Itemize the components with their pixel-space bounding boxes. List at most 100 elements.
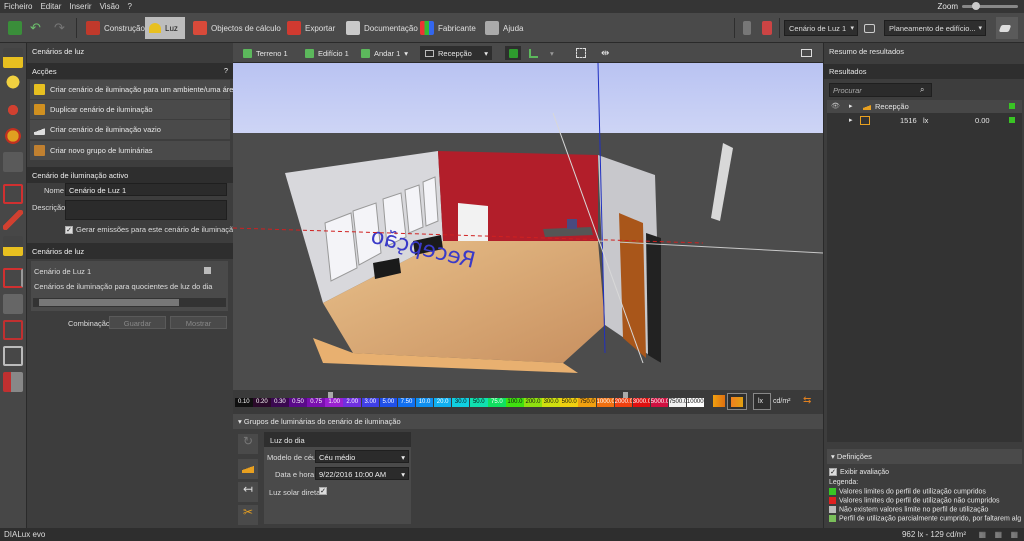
menu-help[interactable]: ? (123, 2, 135, 11)
tab-construction[interactable]: Construção (82, 17, 149, 39)
tab-export[interactable]: Exportar (283, 17, 339, 39)
scrollbar-thumb[interactable] (39, 299, 179, 306)
refresh-icon[interactable]: ↻ (238, 434, 258, 454)
unit-lx-button[interactable]: lx (753, 393, 771, 410)
menu-insert[interactable]: Inserir (65, 2, 95, 11)
magnet-icon[interactable] (3, 100, 23, 120)
tree-row-value[interactable]: ▸ 1516 lx 0.00 (827, 114, 1022, 127)
menu-view[interactable]: Visão (96, 2, 124, 11)
sky-model-select[interactable]: Céu médio ▾ (315, 450, 409, 463)
menu-edit[interactable]: Editar (36, 2, 65, 11)
falsecolor-icon[interactable] (713, 395, 725, 407)
expand-icon[interactable]: ▸ (849, 102, 853, 110)
measure-button[interactable]: ⇹ (601, 46, 609, 60)
emit-checkbox[interactable]: ✓ (65, 226, 73, 235)
tree-icon[interactable] (3, 372, 23, 392)
arrow-left-icon[interactable]: ↤ (238, 482, 258, 502)
3d-view-button[interactable] (505, 46, 521, 60)
zoom-slider[interactable] (962, 2, 1018, 10)
list-item-checkbox[interactable] (204, 267, 211, 274)
scale-min-handle[interactable] (328, 392, 333, 398)
list-scrollbar[interactable] (33, 298, 226, 307)
scene-prev-button[interactable] (739, 17, 759, 39)
tab-manufacturer[interactable]: Fabricante (416, 17, 480, 39)
orthogonal-toggle-icon[interactable]: ▦ (1010, 530, 1018, 539)
expand-icon[interactable]: ▸ (849, 116, 853, 124)
emit-option[interactable]: ✓ Gerar emissões para este cenário de ilu… (65, 225, 237, 235)
tab-help[interactable]: Ajuda (481, 17, 527, 39)
save-combination-button[interactable]: Guardar (109, 316, 166, 329)
show-evaluation-checkbox[interactable]: ✓ (829, 468, 837, 476)
tab-light[interactable]: Luz (145, 17, 185, 39)
door (619, 213, 646, 358)
terrain-breadcrumb[interactable]: Terreno 1 (243, 46, 288, 60)
bulb-icon[interactable] (3, 74, 23, 94)
light-levels-icon[interactable] (3, 152, 23, 172)
show-evaluation-option[interactable]: ✓ Exibir avaliação (829, 468, 889, 476)
zoom-slider-handle[interactable] (972, 2, 980, 10)
date-time-field[interactable]: 9/22/2016 10:00 AM ▾ (315, 467, 409, 480)
unit-cd-label[interactable]: cd/m² (773, 398, 791, 405)
frame-icon[interactable] (3, 346, 23, 366)
scene-name-field[interactable]: Cenário de Luz 1 (65, 183, 227, 196)
action-empty-scene[interactable]: Criar cenário de iluminação vazio (30, 120, 230, 139)
lamp-group-icon[interactable] (238, 459, 258, 479)
delete-scene-button[interactable] (758, 17, 780, 39)
grid-toggle-icon[interactable]: ▦ (978, 530, 986, 539)
list-item[interactable]: Cenários de iluminação para quocientes d… (34, 282, 212, 291)
status-indicator (1009, 117, 1015, 123)
room-icon[interactable] (3, 184, 23, 204)
action-create-room-scene[interactable]: Criar cenário de iluminação para um ambi… (30, 80, 238, 99)
floorplan-button[interactable] (529, 46, 538, 60)
luminaire-group-icon[interactable] (3, 236, 23, 256)
building-breadcrumb[interactable]: Edifício 1 (305, 46, 349, 60)
tab-documentation[interactable]: Documentação (342, 17, 422, 39)
scene-select[interactable]: Cenário de Luz 1 ▾ (784, 20, 858, 36)
monitor-button[interactable] (860, 17, 883, 39)
lamp-icon[interactable] (3, 48, 23, 68)
direct-sun-checkbox[interactable]: ✓ (319, 487, 327, 495)
isolines-button[interactable] (727, 393, 747, 410)
calc-surface-icon[interactable] (3, 268, 23, 288)
scissors-icon[interactable]: ✂ (238, 505, 258, 525)
tab-calc-objects[interactable]: Objectos de cálculo (189, 17, 285, 39)
results-search-input[interactable]: Procurar (829, 83, 932, 97)
swap-icon[interactable]: ⇆ (803, 395, 811, 406)
fit-view-icon (576, 48, 586, 58)
scale-cell: 200.0 (524, 398, 542, 407)
viewport-monitor-button[interactable] (801, 46, 812, 60)
show-combination-button[interactable]: Mostrar (170, 316, 227, 329)
snap-toggle-icon[interactable]: ▦ (994, 530, 1002, 539)
scene-description-field[interactable] (65, 200, 227, 220)
action-new-luminaire-group[interactable]: Criar novo grupo de luminárias (30, 141, 230, 160)
curve-icon[interactable] (3, 294, 23, 314)
redo-button[interactable]: ↷ (50, 17, 69, 39)
plan-view-icon (998, 24, 1012, 32)
undo-button[interactable]: ↶ (26, 17, 45, 39)
menu-file[interactable]: Ficheiro (0, 2, 36, 11)
definitions-header[interactable]: ▾ Definições (827, 449, 1022, 464)
eye-icon[interactable]: 👁 (831, 102, 840, 110)
tree-row-room[interactable]: 👁 ▸ Recepção (827, 100, 1022, 113)
3d-viewport[interactable]: Recepção (233, 63, 823, 390)
view-mode-button[interactable] (996, 17, 1018, 39)
measure-icon: ⇹ (601, 47, 610, 59)
action-duplicate-scene[interactable]: Duplicar cenário de iluminação (30, 100, 230, 119)
more-views-button[interactable]: ▾ (550, 46, 554, 60)
wrench-icon[interactable] (3, 210, 23, 230)
mode-select[interactable]: Planeamento de edifício... ▾ (884, 20, 986, 36)
zoom-label: Zoom (937, 2, 958, 11)
luminaire-groups-header[interactable]: ▾ Grupos de luminárias do cenário de ilu… (233, 414, 823, 429)
search-icon[interactable]: ⌕ (920, 85, 924, 95)
fit-view-button[interactable] (576, 46, 586, 60)
list-item[interactable]: Cenário de Luz 1 (34, 267, 91, 276)
grid-icon[interactable] (3, 320, 23, 340)
floor-breadcrumb[interactable]: Andar 1 ▾ (361, 46, 408, 60)
description-label: Descrição (32, 203, 66, 212)
room-select[interactable]: Recepção ▾ (420, 46, 492, 60)
scale-max-handle[interactable] (623, 392, 628, 398)
color-icon[interactable] (3, 126, 23, 146)
daylight-title[interactable]: Luz do dia (264, 432, 411, 447)
help-icon[interactable]: ? (224, 66, 228, 75)
scale-cell: 20.0 (433, 398, 452, 407)
